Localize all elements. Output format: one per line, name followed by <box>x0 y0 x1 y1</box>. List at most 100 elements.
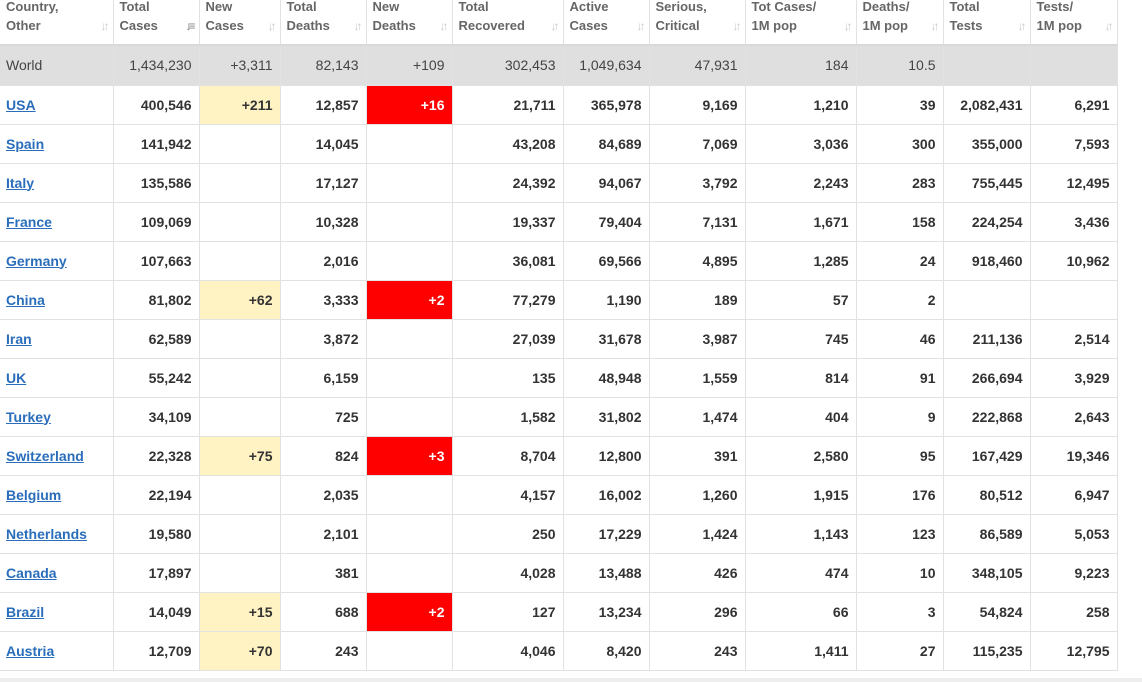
cell-total-recovered: 135 <box>452 358 564 398</box>
cell-country: France <box>0 202 114 242</box>
cell-total-recovered: 4,157 <box>452 475 564 515</box>
table-header-row: Country, Other ↓↑ Total Cases ↓≡ New Cases ↓↑ Tot… <box>0 0 1118 46</box>
sort-arrows-icon[interactable]: ↓↑ <box>733 17 742 36</box>
cell-total-cases: 141,942 <box>113 124 200 164</box>
cell-active-cases: 79,404 <box>563 202 650 242</box>
country-link[interactable]: China <box>6 292 45 308</box>
cell-active-cases: 69,566 <box>563 241 650 281</box>
cell-active-cases: 31,678 <box>563 319 650 359</box>
country-link[interactable]: Turkey <box>6 409 51 425</box>
sort-arrows-icon[interactable]: ↓↑ <box>1105 17 1114 36</box>
column-header-serious-critical[interactable]: Serious, Critical ↓↑ <box>649 0 746 46</box>
cell-deaths-per-1m: 283 <box>856 163 944 203</box>
sort-arrows-icon[interactable]: ↓↑ <box>1018 17 1027 36</box>
country-link[interactable]: Spain <box>6 136 44 152</box>
cell-new-deaths: +16 <box>366 85 453 125</box>
column-header-tests-per-1m[interactable]: Tests/1M pop ↓↑ <box>1030 0 1118 46</box>
column-header-label: Deaths <box>372 18 416 33</box>
cell-new-cases: +62 <box>199 280 281 320</box>
table-row: Canada 17,897 381 4,028 13,488 426 474 10 348,10… <box>0 553 1118 593</box>
sort-arrows-icon[interactable]: ↓↑ <box>268 17 277 36</box>
cell-tests-per-1m: 3,436 <box>1030 202 1118 242</box>
world-cell-tests-per-1m <box>1030 45 1118 86</box>
cell-country: Brazil <box>0 592 114 632</box>
column-header-label: Tot Cases/ <box>751 0 817 14</box>
world-cell-tot-cases-per-1m: 184 <box>745 45 857 86</box>
column-header-total-tests[interactable]: Total Tests ↓↑ <box>943 0 1031 46</box>
country-link[interactable]: USA <box>6 97 36 113</box>
column-header-new-cases[interactable]: New Cases ↓↑ <box>199 0 281 46</box>
page: Country, Other ↓↑ Total Cases ↓≡ New Cases ↓↑ Tot… <box>0 0 1142 682</box>
column-header-label: Cases <box>119 18 158 33</box>
cell-active-cases: 84,689 <box>563 124 650 164</box>
column-header-label: Tests <box>949 18 983 33</box>
sort-desc-icon[interactable]: ↓≡ <box>185 17 195 36</box>
cell-active-cases: 16,002 <box>563 475 650 515</box>
table-row: Italy 135,586 17,127 24,392 94,067 3,792 2,243… <box>0 163 1118 203</box>
horizontal-scrollbar[interactable] <box>0 678 1142 682</box>
sort-arrows-icon[interactable]: ↓↑ <box>637 17 646 36</box>
cell-serious-critical: 7,131 <box>649 202 746 242</box>
country-link[interactable]: Austria <box>6 643 54 659</box>
sort-arrows-icon[interactable]: ↓↑ <box>931 17 940 36</box>
table-row: Turkey 34,109 725 1,582 31,802 1,474 404 9 222,8… <box>0 397 1118 437</box>
cell-country: Switzerland <box>0 436 114 476</box>
country-link[interactable]: Iran <box>6 331 32 347</box>
world-cell-deaths-per-1m: 10.5 <box>856 45 944 86</box>
country-link[interactable]: Brazil <box>6 604 44 620</box>
cell-country: Italy <box>0 163 114 203</box>
column-header-country[interactable]: Country, Other ↓↑ <box>0 0 114 46</box>
column-header-total-deaths[interactable]: Total Deaths ↓↑ <box>280 0 367 46</box>
table-row: Switzerland 22,328 +75 824 +3 8,704 12,800 391 2… <box>0 436 1118 476</box>
country-link[interactable]: Canada <box>6 565 57 581</box>
table-row: Netherlands 19,580 2,101 250 17,229 1,424 1,14… <box>0 514 1118 554</box>
country-link[interactable]: UK <box>6 370 26 386</box>
column-header-tot-cases-per-1m[interactable]: Tot Cases/1M pop ↓↑ <box>745 0 857 46</box>
cell-total-deaths: 824 <box>280 436 367 476</box>
sort-arrows-icon[interactable]: ↓↑ <box>440 17 449 36</box>
sort-arrows-icon[interactable]: ↓↑ <box>354 17 363 36</box>
cell-deaths-per-1m: 176 <box>856 475 944 515</box>
cell-serious-critical: 189 <box>649 280 746 320</box>
cell-total-cases: 107,663 <box>113 241 200 281</box>
cell-country: USA <box>0 85 114 125</box>
cell-deaths-per-1m: 27 <box>856 631 944 671</box>
cell-deaths-per-1m: 24 <box>856 241 944 281</box>
cell-total-tests: 348,105 <box>943 553 1031 593</box>
country-link[interactable]: France <box>6 214 52 230</box>
column-header-total-recovered[interactable]: Total Recovered ↓↑ <box>452 0 564 46</box>
cell-new-cases <box>199 319 281 359</box>
country-link[interactable]: Netherlands <box>6 526 87 542</box>
table-row: Austria 12,709 +70 243 4,046 8,420 243 1,411 27 1… <box>0 631 1118 671</box>
cell-active-cases: 17,229 <box>563 514 650 554</box>
cell-active-cases: 48,948 <box>563 358 650 398</box>
cell-tests-per-1m: 19,346 <box>1030 436 1118 476</box>
cell-total-cases: 400,546 <box>113 85 200 125</box>
cell-tot-cases-per-1m: 1,285 <box>745 241 857 281</box>
column-header-deaths-per-1m[interactable]: Deaths/1M pop ↓↑ <box>856 0 944 46</box>
cell-total-recovered: 77,279 <box>452 280 564 320</box>
cell-total-cases: 34,109 <box>113 397 200 437</box>
sort-arrows-icon[interactable]: ↓↑ <box>844 17 853 36</box>
cell-total-tests: 224,254 <box>943 202 1031 242</box>
covid-stats-table: Country, Other ↓↑ Total Cases ↓≡ New Cases ↓↑ Tot… <box>0 0 1118 671</box>
table-row: Belgium 22,194 2,035 4,157 16,002 1,260 1,915 1… <box>0 475 1118 515</box>
column-header-label: Deaths/ <box>862 0 910 14</box>
sort-arrows-icon[interactable]: ↓↑ <box>101 17 110 36</box>
cell-total-cases: 109,069 <box>113 202 200 242</box>
column-header-total-cases[interactable]: Total Cases ↓≡ <box>113 0 200 46</box>
cell-new-cases: +70 <box>199 631 281 671</box>
country-link[interactable]: Switzerland <box>6 448 84 464</box>
country-link[interactable]: Germany <box>6 253 67 269</box>
country-link[interactable]: Belgium <box>6 487 61 503</box>
cell-country: China <box>0 280 114 320</box>
column-header-label: Recovered <box>458 18 525 33</box>
cell-active-cases: 13,234 <box>563 592 650 632</box>
sort-arrows-icon[interactable]: ↓↑ <box>551 17 560 36</box>
cell-total-recovered: 250 <box>452 514 564 554</box>
column-header-new-deaths[interactable]: New Deaths ↓↑ <box>366 0 453 46</box>
country-link[interactable]: Italy <box>6 175 34 191</box>
world-cell-new-deaths: +109 <box>366 45 453 86</box>
column-header-active-cases[interactable]: Active Cases ↓↑ <box>563 0 650 46</box>
column-header-label: New <box>372 0 400 14</box>
